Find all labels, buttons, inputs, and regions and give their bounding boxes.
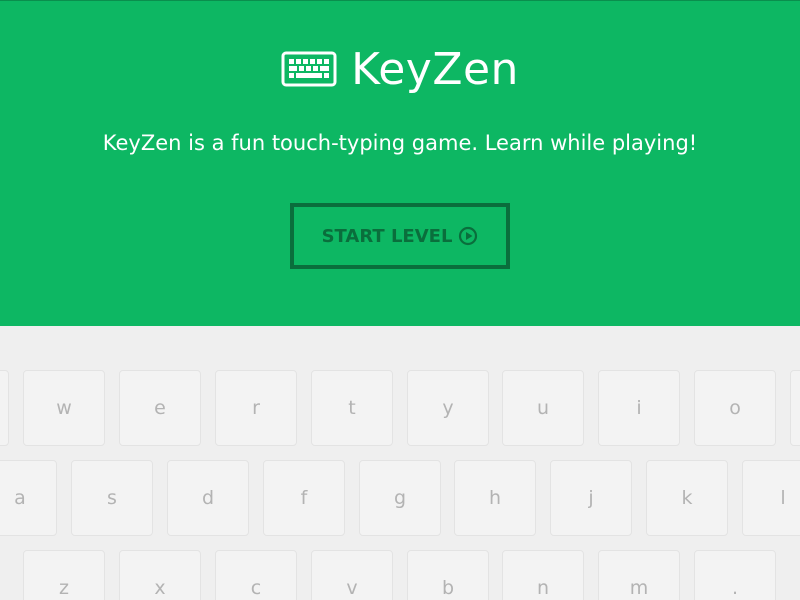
key-label: m	[629, 577, 649, 599]
app-title: KeyZen	[351, 43, 519, 95]
key-label: r	[252, 397, 260, 419]
key-n[interactable]: n	[502, 550, 584, 600]
tagline: KeyZen is a fun touch-typing game. Learn…	[102, 131, 698, 155]
key-label: x	[154, 577, 166, 599]
key-o[interactable]: o	[694, 370, 776, 446]
key-period[interactable]: .	[694, 550, 776, 600]
key-j[interactable]: j	[550, 460, 632, 536]
key-x[interactable]: x	[119, 550, 201, 600]
play-circle-icon	[459, 226, 478, 246]
virtual-keyboard: w e r t y u i o a s d f g h j k l z x c …	[0, 326, 800, 600]
key-s[interactable]: s	[71, 460, 153, 536]
key-label: j	[588, 487, 594, 509]
key-e[interactable]: e	[119, 370, 201, 446]
key-label: a	[14, 487, 26, 509]
key-label: v	[346, 577, 358, 599]
key-label: e	[154, 397, 166, 419]
key-a[interactable]: a	[0, 460, 57, 536]
key-b[interactable]: b	[407, 550, 489, 600]
key-f[interactable]: f	[263, 460, 345, 536]
key-label: s	[107, 487, 117, 509]
key-c[interactable]: c	[215, 550, 297, 600]
key-label: g	[393, 487, 407, 509]
key-label: i	[636, 397, 642, 419]
key-y[interactable]: y	[407, 370, 489, 446]
key-label: f	[300, 487, 308, 509]
key-u[interactable]: u	[502, 370, 584, 446]
key-k[interactable]: k	[646, 460, 728, 536]
key-h[interactable]: h	[454, 460, 536, 536]
key-label: l	[780, 487, 786, 509]
start-level-label: START LEVEL	[321, 225, 453, 247]
start-level-button[interactable]: START LEVEL	[290, 203, 510, 269]
key-label: u	[536, 397, 550, 419]
key-l[interactable]: l	[742, 460, 800, 536]
key-label: b	[441, 577, 455, 599]
key-w[interactable]: w	[23, 370, 105, 446]
key-label: z	[59, 577, 69, 599]
key-i[interactable]: i	[598, 370, 680, 446]
key-label: k	[681, 487, 693, 509]
key-r[interactable]: r	[215, 370, 297, 446]
hero-banner: KeyZen KeyZen is a fun touch-typing game…	[0, 0, 800, 326]
key-t[interactable]: t	[311, 370, 393, 446]
key-label: t	[348, 397, 356, 419]
key-label: w	[56, 397, 72, 419]
keyboard-icon	[281, 51, 337, 87]
key-partial-left	[0, 370, 9, 446]
key-label: h	[488, 487, 502, 509]
key-partial-right	[790, 370, 800, 446]
key-label: d	[201, 487, 215, 509]
key-z[interactable]: z	[23, 550, 105, 600]
key-v[interactable]: v	[311, 550, 393, 600]
key-label: n	[536, 577, 550, 599]
key-d[interactable]: d	[167, 460, 249, 536]
key-g[interactable]: g	[359, 460, 441, 536]
key-label: o	[729, 397, 741, 419]
key-label: .	[731, 577, 739, 599]
title-row: KeyZen	[0, 39, 800, 99]
key-label: y	[442, 397, 454, 419]
key-label: c	[250, 577, 262, 599]
key-m[interactable]: m	[598, 550, 680, 600]
